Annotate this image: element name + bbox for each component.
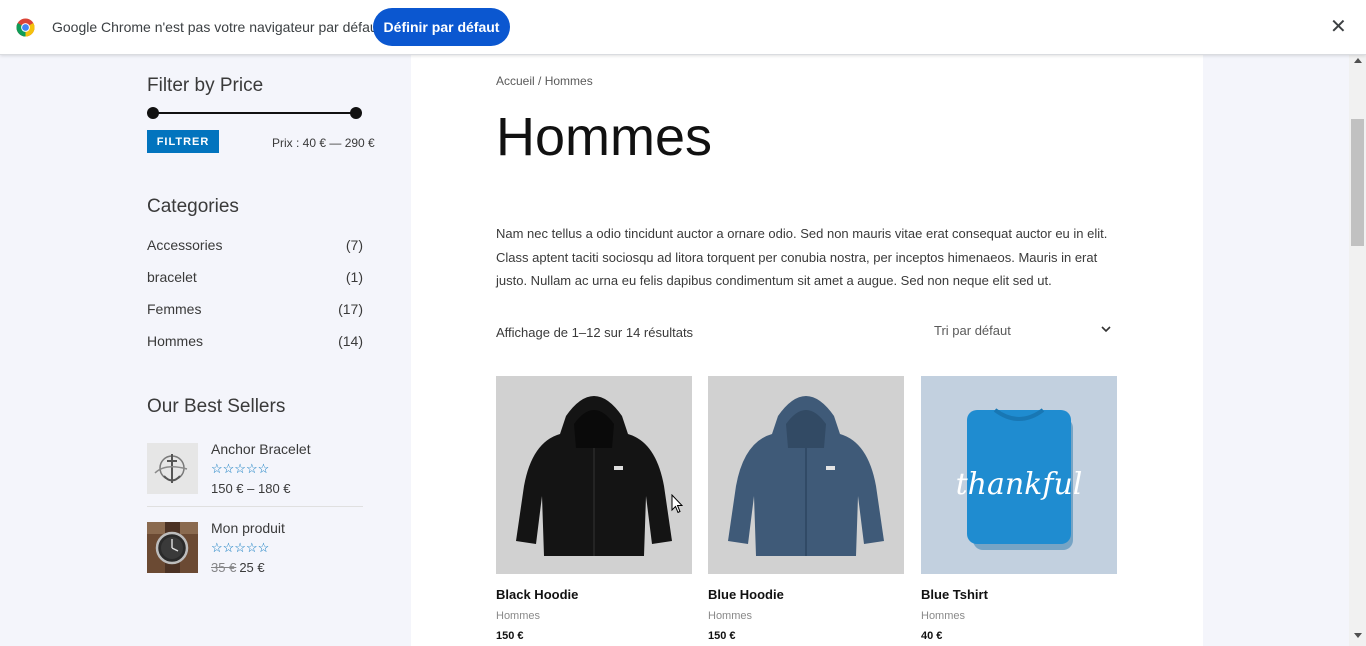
- current-price: 150 € – 180 €: [211, 481, 291, 496]
- product-image-blue-tshirt[interactable]: thankful: [921, 376, 1117, 574]
- default-browser-infobar: Google Chrome n'est pas votre navigateur…: [0, 0, 1366, 55]
- product-image-blue-hoodie[interactable]: [708, 376, 904, 574]
- close-icon[interactable]: ✕: [1330, 17, 1347, 37]
- sale-price: 25 €: [239, 560, 265, 575]
- mouse-cursor-icon: [671, 494, 683, 514]
- sort-select[interactable]: Tri par défaut: [925, 314, 1119, 346]
- category-name[interactable]: Hommes: [147, 333, 203, 349]
- breadcrumb-home-link[interactable]: Accueil: [496, 74, 535, 88]
- price-slider-min-handle[interactable]: [147, 107, 159, 119]
- category-count: (17): [338, 301, 363, 317]
- filter-button[interactable]: FILTRER: [147, 130, 219, 153]
- breadcrumb-current: Hommes: [544, 74, 593, 88]
- product-name[interactable]: Blue Hoodie: [708, 587, 784, 602]
- star-rating: ☆☆☆☆☆: [211, 540, 270, 555]
- page-title: Hommes: [496, 107, 713, 167]
- best-seller-price: 35 €25 €: [211, 560, 265, 575]
- old-price: 35 €: [211, 560, 237, 575]
- price-slider-max-handle[interactable]: [350, 107, 362, 119]
- product-price: 150 €: [708, 630, 736, 642]
- sort-selected-value: Tri par défaut: [934, 323, 1011, 338]
- chrome-logo-icon: [16, 18, 35, 37]
- chevron-down-icon: [1101, 326, 1111, 333]
- product-name[interactable]: Black Hoodie: [496, 587, 578, 602]
- price-range-label: Prix : 40 € — 290 €: [272, 136, 375, 150]
- categories-title: Categories: [147, 196, 239, 217]
- set-default-button[interactable]: Définir par défaut: [373, 8, 510, 46]
- scroll-up-arrow-icon[interactable]: [1354, 58, 1362, 63]
- category-description: Nam nec tellus a odio tincidunt auctor a…: [496, 226, 1108, 288]
- best-sellers-title: Our Best Sellers: [147, 396, 286, 417]
- infobar-message: Google Chrome n'est pas votre navigateur…: [52, 19, 382, 35]
- best-seller-price: 150 € – 180 €: [211, 481, 291, 496]
- product-image-black-hoodie[interactable]: [496, 376, 692, 574]
- price-slider-track[interactable]: [152, 112, 357, 114]
- product-category: Hommes: [708, 610, 753, 622]
- anchor-bracelet-thumbnail[interactable]: [147, 443, 198, 494]
- product-price: 40 €: [921, 630, 943, 642]
- mon-produit-thumbnail[interactable]: [147, 522, 198, 573]
- best-seller-name[interactable]: Mon produit: [211, 520, 285, 536]
- tshirt-print-text: thankful: [956, 467, 1083, 502]
- scroll-down-arrow-icon[interactable]: [1354, 633, 1362, 638]
- best-seller-divider: [147, 506, 363, 507]
- breadcrumb: Accueil / Hommes: [496, 74, 593, 88]
- product-category: Hommes: [496, 610, 541, 622]
- star-rating: ☆☆☆☆☆: [211, 461, 270, 476]
- product-category: Hommes: [921, 610, 966, 622]
- product-name[interactable]: Blue Tshirt: [921, 587, 988, 602]
- result-count: Affichage de 1–12 sur 14 résultats: [496, 325, 694, 340]
- category-count: (1): [345, 269, 363, 285]
- category-count: (14): [338, 333, 363, 349]
- category-name[interactable]: bracelet: [147, 269, 197, 285]
- breadcrumb-separator: /: [534, 74, 545, 88]
- category-count: (7): [345, 237, 363, 253]
- category-name[interactable]: Femmes: [147, 301, 201, 317]
- product-price: 150 €: [496, 630, 524, 642]
- price-filter-title: Filter by Price: [147, 75, 264, 96]
- best-seller-name[interactable]: Anchor Bracelet: [211, 441, 311, 457]
- category-name[interactable]: Accessories: [147, 237, 222, 253]
- scrollbar-thumb[interactable]: [1351, 119, 1364, 246]
